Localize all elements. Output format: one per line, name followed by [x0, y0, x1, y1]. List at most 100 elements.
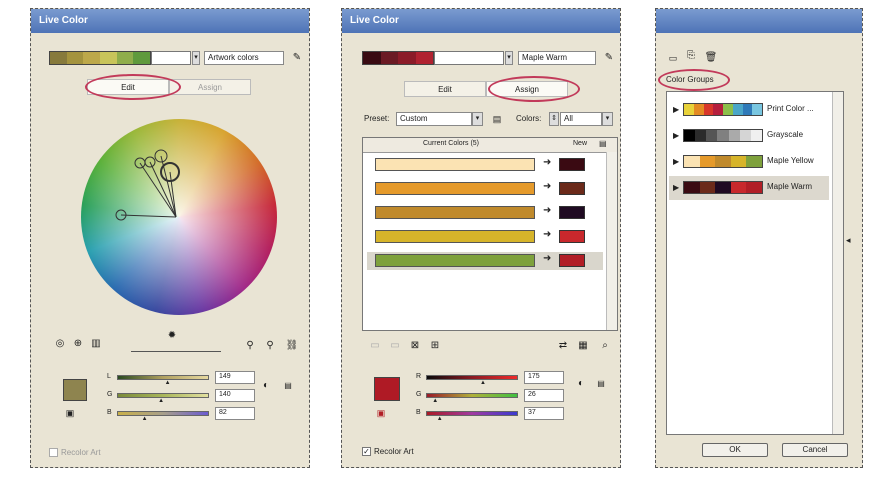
randomize-saturation-icon[interactable]: ▦ [576, 339, 590, 353]
slider-r[interactable] [426, 375, 518, 380]
swatch[interactable] [730, 182, 747, 193]
swatch[interactable] [684, 182, 700, 193]
checkbox-box[interactable]: ✓ [362, 447, 371, 456]
color-group-swatches[interactable] [49, 51, 151, 65]
swatch[interactable] [380, 52, 398, 64]
group-dropdown-button[interactable]: ▾ [505, 51, 513, 65]
colors-select[interactable]: All [560, 112, 602, 126]
swatch[interactable] [699, 182, 716, 193]
exclude-colors-icon[interactable]: ⊠ [408, 339, 422, 353]
current-color-swatch[interactable] [63, 379, 87, 401]
preset-dropdown-button[interactable]: ▾ [472, 112, 483, 126]
table-row[interactable]: ➜ [367, 228, 603, 246]
color-mode-icon[interactable]: ▤ [594, 377, 608, 391]
swatch[interactable] [684, 130, 696, 141]
brightness-slider[interactable] [131, 351, 221, 352]
expand-triangle-icon[interactable]: ▶ [673, 183, 679, 192]
slider-menu-icon[interactable]: ◐ [259, 379, 273, 393]
link-harmony-icon[interactable]: ⛓ [285, 339, 299, 353]
arrow-icon[interactable]: ➜ [543, 253, 551, 264]
current-color-bar[interactable] [375, 254, 535, 267]
color-group-swatches[interactable] [362, 51, 434, 65]
group-swatches[interactable] [683, 155, 763, 168]
swatch[interactable] [116, 52, 134, 64]
color-group-row[interactable]: ▶ Maple Yellow [669, 150, 829, 174]
expand-triangle-icon[interactable]: ▶ [673, 131, 679, 140]
swatch[interactable] [717, 130, 729, 141]
new-color-swatch[interactable] [559, 230, 585, 243]
swatch[interactable] [693, 104, 704, 115]
group-swatches[interactable] [683, 103, 763, 116]
slider-thumb[interactable]: ▲ [142, 416, 148, 422]
new-folder-icon[interactable]: ▭ [666, 51, 680, 65]
slider-value-g[interactable]: 26 [524, 389, 564, 402]
table-row[interactable]: ➜ [367, 204, 603, 222]
color-group-row[interactable]: ▶ Maple Warm [669, 176, 829, 200]
color-mode-icon[interactable]: ▤ [281, 379, 295, 393]
slider-l[interactable] [117, 375, 209, 380]
save-group-icon[interactable]: ✎ [602, 51, 616, 65]
color-group-row[interactable]: ▶ Print Color ... [669, 98, 829, 122]
new-color-swatch[interactable] [559, 182, 585, 195]
find-color-icon[interactable]: ⌕ [598, 339, 612, 353]
delete-icon[interactable]: 🗑 [704, 51, 718, 65]
arrow-icon[interactable]: ➜ [543, 205, 551, 216]
swatch[interactable] [752, 104, 762, 115]
table-row[interactable]: ➜ [367, 180, 603, 198]
new-color-swatch[interactable] [559, 254, 585, 267]
ok-button[interactable]: OK [702, 443, 768, 457]
expand-triangle-icon[interactable]: ▶ [673, 157, 679, 166]
new-group-icon[interactable]: ⎘ [684, 49, 698, 63]
group-swatches[interactable] [683, 129, 763, 142]
current-color-bar[interactable] [375, 230, 535, 243]
slider-g[interactable] [426, 393, 518, 398]
swatch[interactable] [715, 156, 731, 167]
smooth-wheel-icon[interactable]: ◎ [53, 337, 67, 351]
remove-color-icon[interactable]: ⚲ [263, 339, 277, 353]
slider-value-b[interactable]: 82 [215, 407, 255, 420]
swatch[interactable] [746, 182, 762, 193]
save-group-icon[interactable]: ✎ [290, 51, 304, 65]
current-color-bar[interactable] [375, 158, 535, 171]
swatch[interactable] [66, 52, 84, 64]
new-color-swatch[interactable] [559, 206, 585, 219]
fill-stroke-icon[interactable]: ▣ [63, 406, 77, 420]
swatch[interactable] [730, 156, 747, 167]
new-row-icon[interactable]: ⊞ [428, 339, 442, 353]
merge-colors-icon[interactable]: ▭ [368, 339, 382, 353]
swatch[interactable] [695, 130, 707, 141]
swatch[interactable] [684, 104, 694, 115]
slider-b[interactable] [117, 411, 209, 416]
tab-assign[interactable]: Assign [169, 79, 251, 95]
colors-dropdown-button[interactable]: ▾ [602, 112, 613, 126]
current-color-swatch[interactable] [374, 377, 400, 401]
fill-stroke-icon[interactable]: ▣ [374, 406, 388, 420]
swatch[interactable] [398, 52, 416, 64]
swatch[interactable] [133, 52, 151, 64]
swatch[interactable] [739, 130, 751, 141]
cancel-button[interactable]: Cancel [782, 443, 848, 457]
swatch[interactable] [100, 52, 117, 64]
swatch[interactable] [684, 156, 700, 167]
swatch[interactable] [750, 130, 762, 141]
swatch[interactable] [732, 104, 743, 115]
add-color-icon[interactable]: ⚲ [243, 339, 257, 353]
swatch[interactable] [713, 104, 723, 115]
tab-edit[interactable]: Edit [404, 81, 486, 97]
swatch[interactable] [728, 130, 740, 141]
swatch[interactable] [363, 52, 381, 64]
arrow-icon[interactable]: ➜ [543, 229, 551, 240]
swatch[interactable] [699, 156, 716, 167]
table-scrollbar[interactable] [606, 152, 617, 330]
swatch[interactable] [723, 104, 733, 115]
separate-colors-icon[interactable]: ▭ [388, 339, 402, 353]
slider-thumb[interactable]: ▲ [158, 398, 164, 404]
slider-thumb[interactable]: ▲ [165, 380, 171, 386]
recolor-art-checkbox[interactable]: ✓ Recolor Art [362, 447, 414, 456]
swatch[interactable] [742, 104, 753, 115]
table-menu-icon[interactable]: ▤ [599, 139, 607, 148]
preset-select[interactable]: Custom [396, 112, 472, 126]
slider-menu-icon[interactable]: ◐ [574, 377, 588, 391]
randomize-order-icon[interactable]: ⇄ [556, 339, 570, 353]
slider-value-r[interactable]: 175 [524, 371, 564, 384]
